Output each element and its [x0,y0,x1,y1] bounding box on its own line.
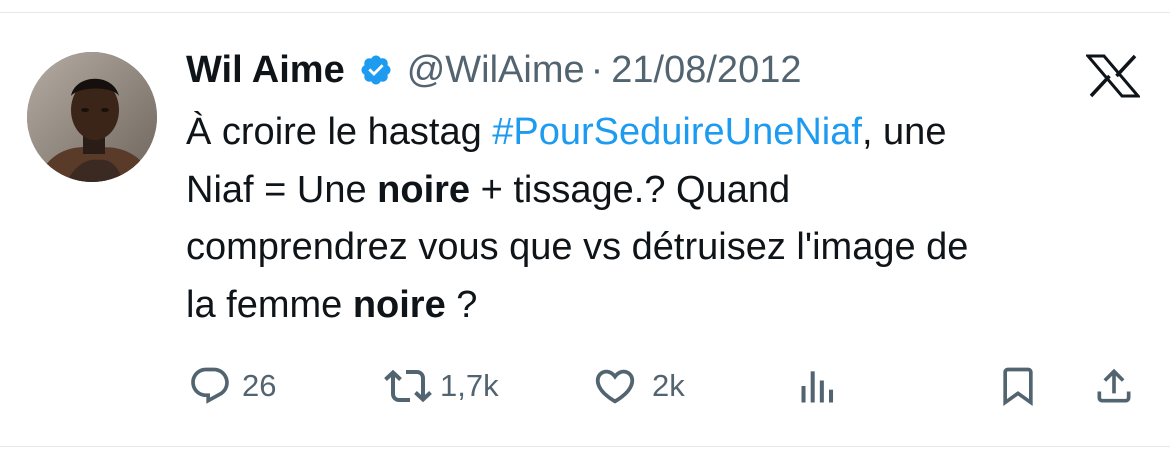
retweet-button[interactable]: 1,7k [384,356,499,416]
reply-count: 26 [242,368,277,403]
views-button[interactable] [796,356,840,416]
share-icon [1092,364,1136,408]
reply-button[interactable]: 26 [188,356,276,416]
tweet-text-segment: + tissage.? Quand [470,168,791,211]
avatar[interactable] [27,52,157,182]
reply-icon [188,364,232,408]
like-count: 2k [652,368,685,403]
tweet-header: Wil Aime @WilAime · 21/08/2012 [186,46,801,94]
retweet-icon [384,362,432,410]
heart-icon [592,363,638,409]
tweet-text-segment: ? [445,283,478,326]
tweet-text-segment: comprendrez vous que vs détruisez l'imag… [186,226,969,268]
tweet-text-bold: noire [377,168,471,211]
tweet-text: À croire le hastag #PourSeduireUneNiaf, … [186,104,1126,334]
tweet-text-segment: Niaf = Une [186,168,378,211]
display-name[interactable]: Wil Aime [186,46,345,94]
retweet-count: 1,7k [440,368,499,403]
avatar-photo [27,52,157,182]
x-logo-icon [1084,54,1142,98]
bottom-divider [0,446,1170,447]
handle[interactable]: @WilAime [407,46,585,94]
separator: · [590,49,604,91]
bookmark-icon [996,364,1040,408]
share-button[interactable] [1092,356,1136,416]
bookmark-button[interactable] [996,356,1040,416]
verified-badge-icon [359,53,393,87]
views-chart-icon [796,364,840,408]
tweet-text-bold: noire [352,283,446,326]
like-button[interactable]: 2k [592,356,685,416]
hashtag-link[interactable]: #PourSeduireUneNiaf [492,111,862,153]
timestamp[interactable]: 21/08/2012 [611,46,801,94]
tweet-text-segment: la femme [186,283,353,326]
tweet-text-segment: , une [861,111,947,153]
top-divider [0,12,1170,13]
tweet-text-segment: À croire le hastag [186,111,493,153]
action-bar: 26 1,7k 2k [0,356,1170,416]
